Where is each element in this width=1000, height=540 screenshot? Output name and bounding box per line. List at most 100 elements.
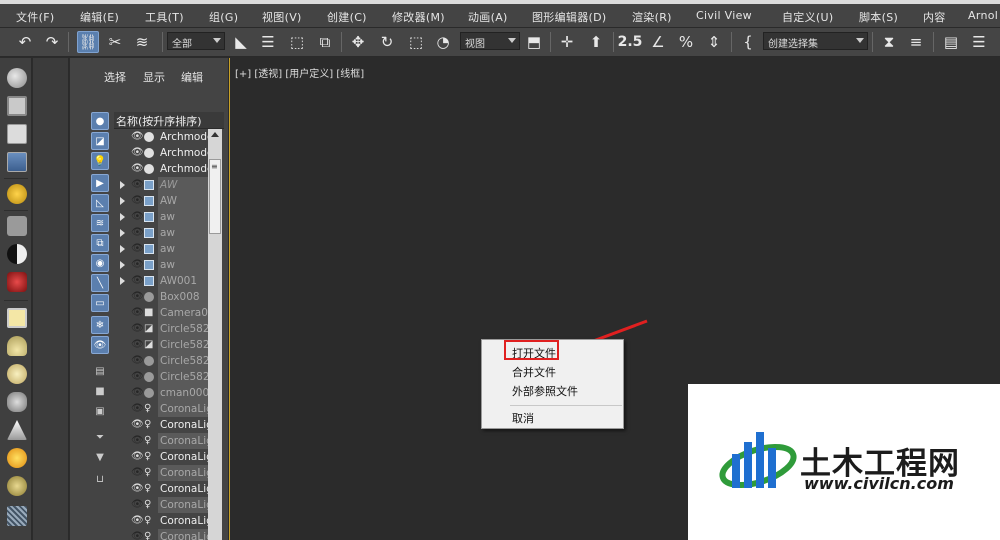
list-item[interactable]: 👁 aw (114, 225, 210, 241)
visibility-eye-icon[interactable]: 👁 (131, 211, 144, 223)
menu-rendering[interactable]: 渲染(R) (632, 9, 672, 25)
selection-filter-dropdown[interactable]: 全部 (167, 32, 225, 50)
scatter-icon[interactable] (7, 506, 27, 526)
calendar-icon[interactable] (7, 152, 27, 172)
teapot-icon[interactable] (7, 68, 27, 88)
redo-icon[interactable]: ↷ (41, 31, 63, 53)
camera-icon[interactable] (7, 216, 27, 236)
expand-arrow-icon[interactable] (120, 229, 125, 237)
angle-snap-icon[interactable]: ∠ (647, 31, 669, 53)
list-item[interactable]: 👁 ♀ CoronaLig (114, 481, 210, 497)
move-icon[interactable]: ✥ (347, 31, 369, 53)
visibility-eye-icon[interactable]: 👁 (131, 531, 144, 540)
list-column-header[interactable]: 名称(按升序排序) (114, 112, 224, 129)
menu-edit[interactable]: 编辑(E) (80, 9, 119, 25)
menu-animation[interactable]: 动画(A) (468, 9, 508, 25)
expand-arrow-icon[interactable] (120, 261, 125, 269)
visibility-eye-icon[interactable]: 👁 (131, 131, 144, 143)
visibility-eye-icon[interactable]: 👁 (131, 419, 144, 431)
menu-tools[interactable]: 工具(T) (145, 9, 184, 25)
toggle-layer-explorer-icon[interactable]: ☰ (968, 31, 990, 53)
menu-content[interactable]: 内容 (923, 9, 946, 25)
align-icon[interactable]: ≡ (905, 31, 927, 53)
rotate-icon[interactable]: ↻ (376, 31, 398, 53)
list-item[interactable]: 👁 ♀ CoronaLig (114, 401, 210, 417)
visibility-eye-icon[interactable]: 👁 (131, 403, 144, 415)
reference-coord-dropdown[interactable]: 视图 (460, 32, 520, 50)
list-item[interactable]: 👁 Archmode (114, 129, 210, 145)
list-item[interactable]: 👁 Circle5829 (114, 369, 210, 385)
filter-bones-icon[interactable]: ╲ (91, 274, 109, 292)
percent-snap-icon[interactable]: % (675, 31, 697, 53)
sphere-light-icon[interactable] (7, 364, 27, 384)
bind-spacewarp-icon[interactable]: ≋ (131, 31, 153, 53)
half-sphere-icon[interactable] (7, 244, 27, 264)
list-item[interactable]: 👁 cman0007 (114, 385, 210, 401)
filter-shapes-icon[interactable]: ◪ (91, 132, 109, 150)
list-item[interactable]: 👁 Archmode (114, 145, 210, 161)
filter-spacewarps-icon[interactable]: ≋ (91, 214, 109, 232)
snap-toggle-icon[interactable]: 2.5 (618, 31, 643, 53)
mirror-icon[interactable]: ⧗ (878, 31, 900, 53)
viewport-label[interactable]: [+] [透视] [用户定义] [线框] (235, 65, 364, 80)
expand-arrow-icon[interactable] (120, 277, 125, 285)
menu-modifiers[interactable]: 修改器(M) (392, 9, 445, 25)
filter-invert-icon[interactable]: ▣ (91, 402, 109, 420)
visibility-eye-icon[interactable]: 👁 (131, 147, 144, 159)
filter-lights-icon[interactable]: 💡 (91, 152, 109, 170)
menu-civil-view[interactable]: Civil View (696, 9, 752, 22)
menu-item-merge-file[interactable]: 合并文件 (512, 364, 556, 380)
tab-select[interactable]: 选择 (104, 69, 126, 85)
tab-edit[interactable]: 编辑 (181, 69, 203, 85)
tab-display[interactable]: 显示 (143, 69, 165, 85)
visibility-eye-icon[interactable]: 👁 (131, 259, 144, 271)
filter-display-none-icon[interactable]: ■ (91, 382, 109, 400)
visibility-eye-icon[interactable]: 👁 (131, 291, 144, 303)
menu-view[interactable]: 视图(V) (262, 9, 302, 25)
visibility-eye-icon[interactable]: 👁 (131, 339, 144, 351)
filter-frozen-icon[interactable]: ❄ (91, 316, 109, 334)
menu-item-xref-file[interactable]: 外部参照文件 (512, 383, 578, 399)
filter-groups-icon[interactable]: ⧉ (91, 234, 109, 252)
expand-arrow-icon[interactable] (120, 197, 125, 205)
menu-create[interactable]: 创建(C) (327, 9, 367, 25)
visibility-eye-icon[interactable]: 👁 (131, 387, 144, 399)
menu-arnold[interactable]: Arnol (968, 9, 998, 22)
list-item[interactable]: 👁 Circle5829 (114, 353, 210, 369)
menu-scripting[interactable]: 脚本(S) (859, 9, 898, 25)
visibility-eye-icon[interactable]: 👁 (131, 451, 144, 463)
place-icon[interactable]: ◔ (432, 31, 454, 53)
menu-graph-editors[interactable]: 图形编辑器(D) (532, 9, 606, 25)
light-bulb-icon[interactable] (7, 184, 27, 204)
funnel-icon[interactable]: ▼ (91, 448, 109, 466)
filter-helpers-icon[interactable]: ◺ (91, 194, 109, 212)
visibility-eye-icon[interactable]: 👁 (131, 179, 144, 191)
list-item[interactable]: 👁 aw (114, 209, 210, 225)
render-frame-icon[interactable] (7, 96, 27, 116)
visibility-eye-icon[interactable]: 👁 (131, 435, 144, 447)
list-item[interactable]: 👁 AW (114, 193, 210, 209)
list-item[interactable]: 👁 Archmode (114, 161, 210, 177)
visibility-eye-icon[interactable]: 👁 (131, 243, 144, 255)
list-item[interactable]: 👁 AW (114, 177, 210, 193)
visibility-eye-icon[interactable]: 👁 (131, 371, 144, 383)
expand-arrow-icon[interactable] (120, 213, 125, 221)
filter-geometry-icon[interactable]: ● (91, 112, 109, 130)
filter-xrefs-icon[interactable]: ◉ (91, 254, 109, 272)
visibility-eye-icon[interactable]: 👁 (131, 467, 144, 479)
filter-funnel-icon[interactable]: ⏷ (91, 428, 109, 446)
undo-icon[interactable]: ↶ (14, 31, 36, 53)
visibility-eye-icon[interactable]: 👁 (131, 195, 144, 207)
visibility-eye-icon[interactable]: 👁 (131, 323, 144, 335)
list-item[interactable]: 👁◪ Circle5829 (114, 321, 210, 337)
cone-icon[interactable] (7, 420, 27, 440)
expand-arrow-icon[interactable] (120, 245, 125, 253)
edit-named-selection-icon[interactable]: { (737, 31, 759, 53)
list-item[interactable]: 👁 ♀ CoronaLig (114, 529, 210, 540)
select-object-icon[interactable]: ◣ (230, 31, 252, 53)
scale-icon[interactable]: ⬚ (405, 31, 427, 53)
named-selection-dropdown[interactable]: 创建选择集 (763, 32, 868, 50)
list-item[interactable]: 👁 ■ Camera00 (114, 305, 210, 321)
sun-icon[interactable] (7, 448, 27, 468)
list-item[interactable]: 👁 AW001 (114, 273, 210, 289)
